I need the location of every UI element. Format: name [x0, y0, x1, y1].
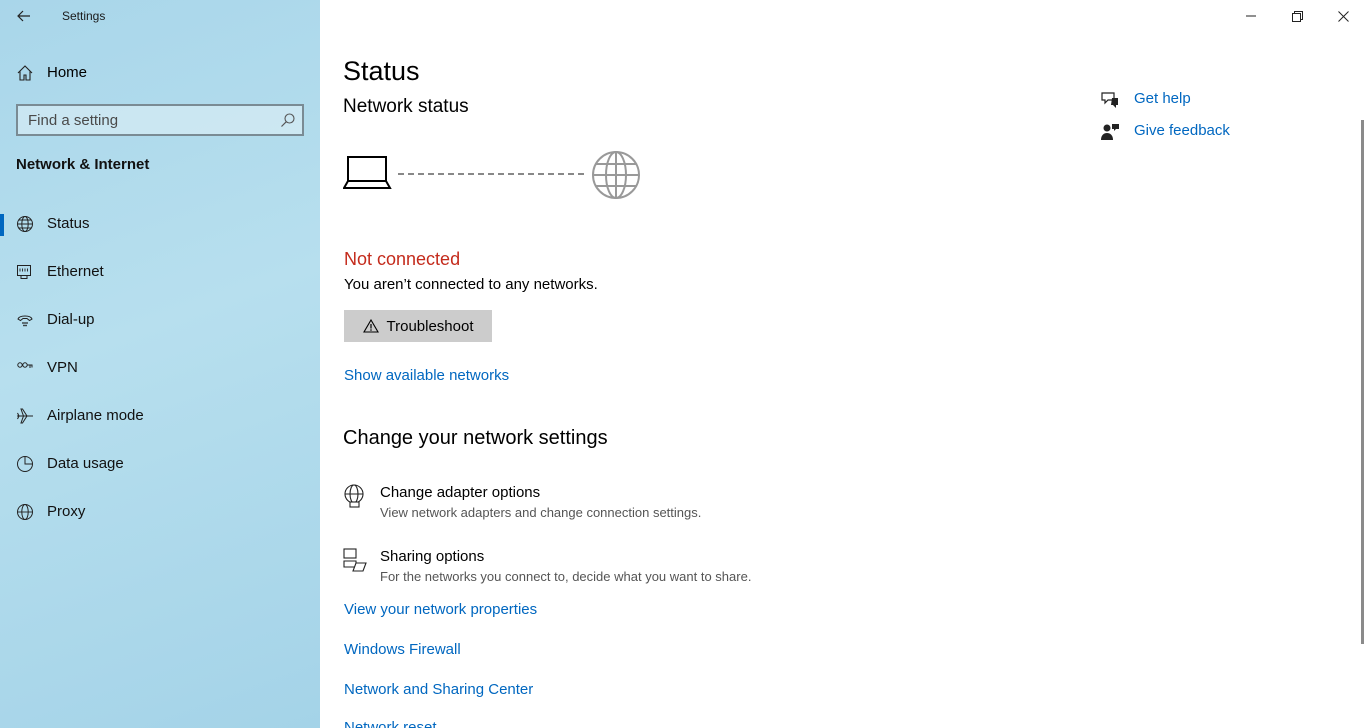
help-icon — [1101, 92, 1118, 108]
troubleshoot-label: Troubleshoot — [386, 317, 474, 335]
back-arrow-icon — [17, 10, 30, 22]
home-icon — [17, 65, 33, 81]
restore-icon — [1291, 10, 1303, 22]
globe-icon — [17, 504, 33, 520]
change-adapter-options[interactable]: Change adapter options View network adap… — [343, 484, 843, 528]
option-description: View network adapters and change connect… — [380, 505, 702, 520]
search-icon[interactable] — [280, 112, 296, 128]
network-reset-link[interactable]: Network reset — [344, 719, 437, 728]
close-icon — [1337, 10, 1349, 22]
network-diagram — [343, 151, 640, 199]
sidebar-item-label: VPN — [47, 359, 78, 376]
troubleshoot-button[interactable]: Troubleshoot — [344, 310, 492, 342]
search-box[interactable] — [16, 104, 304, 136]
connection-status: Not connected — [344, 249, 461, 269]
option-title: Sharing options — [380, 548, 485, 565]
sidebar-item-vpn[interactable]: VPN — [0, 348, 320, 388]
give-feedback-label: Give feedback — [1134, 122, 1230, 139]
laptop-icon — [343, 156, 392, 189]
adapter-icon — [344, 484, 364, 508]
sidebar-item-label: Ethernet — [47, 263, 104, 280]
sidebar-item-label: Proxy — [47, 503, 86, 520]
get-help-label: Get help — [1134, 90, 1191, 107]
sidebar-item-label: Dial-up — [47, 311, 95, 328]
warning-icon — [362, 319, 379, 333]
search-input[interactable] — [18, 106, 268, 134]
sidebar-item-label: Airplane mode — [47, 407, 144, 424]
feedback-icon — [1101, 124, 1119, 140]
sidebar-item-airplane-mode[interactable]: Airplane mode — [0, 396, 320, 436]
globe-status-icon — [17, 216, 33, 232]
sharing-options[interactable]: Sharing options For the networks you con… — [343, 548, 843, 592]
sidebar: Settings Home Network & Internet Status … — [0, 0, 320, 728]
ethernet-icon — [17, 265, 31, 279]
data-usage-icon — [17, 456, 33, 472]
option-title: Change adapter options — [380, 484, 541, 501]
restore-button[interactable] — [1274, 0, 1320, 32]
app-title: Settings — [62, 9, 106, 23]
sidebar-item-proxy[interactable]: Proxy — [0, 492, 320, 532]
sharing-icon — [343, 548, 367, 572]
airplane-icon — [17, 408, 33, 424]
sidebar-item-data-usage[interactable]: Data usage — [0, 444, 320, 484]
sidebar-item-ethernet[interactable]: Ethernet — [0, 252, 320, 292]
minimize-icon — [1246, 15, 1256, 17]
option-description: For the networks you connect to, decide … — [380, 569, 752, 584]
close-button[interactable] — [1320, 0, 1366, 32]
home-label: Home — [47, 64, 88, 81]
view-network-properties-link[interactable]: View your network properties — [344, 601, 537, 618]
windows-firewall-link[interactable]: Windows Firewall — [344, 641, 461, 658]
change-settings-heading: Change your network settings — [343, 427, 608, 449]
network-sharing-center-link[interactable]: Network and Sharing Center — [344, 681, 533, 698]
vertical-scrollbar[interactable] — [1361, 120, 1364, 644]
sidebar-item-label: Data usage — [47, 455, 124, 472]
network-status-heading: Network status — [343, 96, 469, 117]
sidebar-item-status[interactable]: Status — [0, 204, 320, 244]
back-button[interactable] — [10, 4, 38, 28]
sidebar-item-dialup[interactable]: Dial-up — [0, 300, 320, 340]
home-nav-item[interactable]: Home — [0, 56, 320, 90]
show-available-networks-link[interactable]: Show available networks — [344, 367, 509, 384]
internet-globe-icon — [592, 151, 640, 199]
page-title: Status — [343, 56, 420, 86]
get-help-link[interactable]: Get help — [1100, 88, 1280, 112]
connection-description: You aren’t connected to any networks. — [344, 276, 598, 293]
vpn-icon — [17, 362, 33, 368]
section-title: Network & Internet — [16, 156, 150, 173]
give-feedback-link[interactable]: Give feedback — [1100, 120, 1280, 144]
dialup-icon — [17, 315, 33, 327]
sidebar-item-label: Status — [47, 215, 90, 232]
minimize-button[interactable] — [1228, 0, 1274, 32]
